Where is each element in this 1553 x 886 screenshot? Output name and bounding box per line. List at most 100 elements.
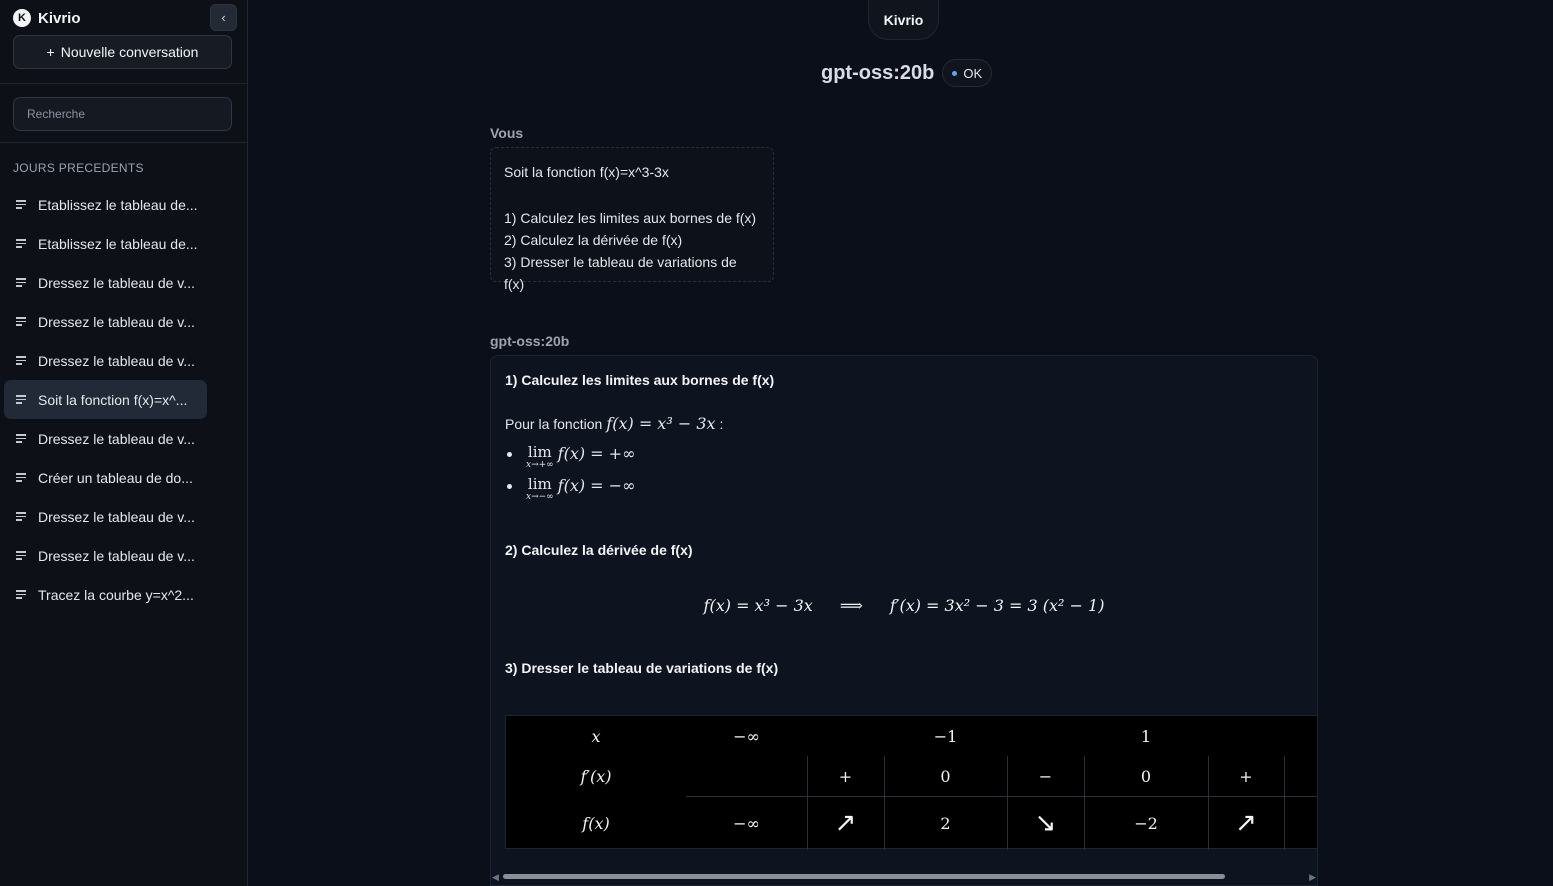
lim-subscript: x→−∞ <box>526 492 554 502</box>
sidebar: K Kivrio ‹ + Nouvelle conversation JOURS… <box>0 0 248 886</box>
user-label: Vous <box>490 125 524 141</box>
user-message-line: 3) Dresser le tableau de variations de f… <box>504 254 737 292</box>
history-item-label: Dressez le tableau de v... <box>38 352 195 369</box>
history-item-label: Etablissez le tableau de... <box>38 235 198 252</box>
variation-table: x f′(x) f(x) −∞ −1 1 + 0 − 0 + −∞ ↗ 2 ↘ … <box>505 715 1317 850</box>
section-heading: 1) Calculez les limites aux bornes de f(… <box>505 372 775 388</box>
new-conversation-label: Nouvelle conversation <box>60 44 199 60</box>
history-item[interactable]: Dressez le tableau de v... <box>4 263 207 302</box>
f-value: 2 <box>940 813 951 833</box>
history-item[interactable]: Créer un tableau de do... <box>4 458 207 497</box>
fprime-sign: − <box>1038 766 1053 786</box>
lim-expression: f(x) = +∞ <box>557 444 636 463</box>
history-item[interactable]: Tracez la courbe y=x^2... <box>4 575 207 614</box>
chat-lines-icon <box>16 239 27 248</box>
horizontal-scrollbar[interactable]: ◀ ▶ <box>490 872 1318 883</box>
chat-lines-icon <box>16 278 27 287</box>
status-text: OK <box>963 65 983 81</box>
status-dot-icon <box>952 70 958 76</box>
chat-lines-icon <box>16 590 27 599</box>
status-badge: OK <box>942 59 993 87</box>
f-value: −∞ <box>733 813 760 833</box>
lim-operator: lim x→+∞ <box>526 444 554 470</box>
scrollbar-thumb[interactable] <box>503 874 1225 879</box>
brand[interactable]: K Kivrio <box>13 8 81 28</box>
history-item[interactable]: Etablissez le tableau de... <box>4 224 207 263</box>
history-item-label: Dressez le tableau de v... <box>38 274 195 291</box>
history-item-label: Etablissez le tableau de... <box>38 196 198 213</box>
user-message: Soit la fonction f(x)=x^3-3x 1) Calculez… <box>490 147 774 292</box>
intro-text: Pour la fonction <box>505 416 603 432</box>
lim-expression: f(x) = −∞ <box>557 476 636 495</box>
chat-main: Kivrio gpt-oss:20b OK Vous Soit la fonct… <box>249 0 1553 886</box>
bullet-icon <box>507 484 512 489</box>
derivative-equation: f(x) = x³ − 3x ⟹ f′(x) = 3x² − 3 = 3 (x²… <box>491 596 1317 615</box>
lim-text: lim <box>527 475 552 493</box>
chat-lines-icon <box>16 473 27 482</box>
intro-colon: : <box>719 416 724 432</box>
intro-paragraph: Pour la fonction f(x) = x³ − 3x : <box>505 414 723 433</box>
arrow-up-right-icon: ↗ <box>1235 808 1257 838</box>
fprime-value: 0 <box>940 766 951 786</box>
search-input[interactable] <box>13 97 232 131</box>
fprime-sign: + <box>1239 766 1253 786</box>
history-item-active[interactable]: Soit la fonction f(x)=x^... <box>4 380 207 419</box>
eq-right: f′(x) = 3x² − 3 = 3 (x² − 1) <box>889 596 1105 615</box>
model-name[interactable]: gpt-oss:20b <box>821 62 934 85</box>
history-item[interactable]: Etablissez le tableau de... <box>4 185 207 224</box>
chat-lines-icon <box>16 317 27 326</box>
implies-icon: ⟹ <box>839 596 863 615</box>
history-item[interactable]: Dressez le tableau de v... <box>4 341 207 380</box>
limit-item: lim x→−∞ f(x) = −∞ <box>507 476 635 502</box>
user-message-line: 1) Calculez les limites aux bornes de f(… <box>504 210 757 226</box>
new-conversation-button[interactable]: + Nouvelle conversation <box>13 35 232 69</box>
x-value: −1 <box>933 726 958 746</box>
history-item-label: Soit la fonction f(x)=x^... <box>38 391 188 408</box>
history-item[interactable]: Dressez le tableau de v... <box>4 419 207 458</box>
x-value: −∞ <box>733 726 760 746</box>
fprime-sign: + <box>838 766 853 786</box>
chat-lines-icon <box>16 551 27 560</box>
assistant-message: 1) Calculez les limites aux bornes de f(… <box>490 355 1318 886</box>
history-item-label: Créer un tableau de do... <box>38 469 193 486</box>
limit-item: lim x→+∞ f(x) = +∞ <box>507 444 635 470</box>
history-item[interactable]: Dressez le tableau de v... <box>4 536 207 575</box>
row-header-x: x <box>591 726 601 746</box>
chat-lines-icon <box>16 356 27 365</box>
chat-lines-icon <box>16 512 27 521</box>
plus-icon: + <box>46 44 55 60</box>
bullet-icon <box>507 452 512 457</box>
row-header-f: f(x) <box>582 813 610 833</box>
f-value: −2 <box>1134 813 1158 833</box>
history-item-label: Dressez le tableau de v... <box>38 547 195 564</box>
user-message-line: Soit la fonction f(x)=x^3-3x <box>504 164 669 180</box>
user-message-line: 2) Calculez la dérivée de f(x) <box>504 232 683 248</box>
lim-text: lim <box>527 443 552 461</box>
history-item-label: Dressez le tableau de v... <box>38 508 195 525</box>
collapse-sidebar-button[interactable]: ‹ <box>210 4 237 31</box>
lim-subscript: x→+∞ <box>526 460 554 470</box>
history-item[interactable]: Dressez le tableau de v... <box>4 302 207 341</box>
section-heading: 2) Calculez la dérivée de f(x) <box>505 542 693 558</box>
fprime-value: 0 <box>1140 766 1152 786</box>
divider <box>0 83 247 84</box>
table-divider <box>1284 756 1285 850</box>
eq-left: f(x) = x³ − 3x <box>703 596 813 615</box>
scroll-right-icon[interactable]: ▶ <box>1309 872 1316 883</box>
chat-lines-icon <box>16 200 27 209</box>
lim-operator: lim x→−∞ <box>526 476 554 502</box>
history-item[interactable]: Dressez le tableau de v... <box>4 497 207 536</box>
section-title: JOURS PRECEDENTS <box>13 161 144 175</box>
arrow-down-right-icon: ↘ <box>1034 808 1057 838</box>
app-pill[interactable]: Kivrio <box>868 0 939 40</box>
scroll-left-icon[interactable]: ◀ <box>492 872 499 883</box>
chat-lines-icon <box>16 395 27 404</box>
kivrio-logo-icon: K <box>13 9 31 27</box>
model-header: gpt-oss:20b OK <box>821 59 993 87</box>
arrow-up-right-icon: ↗ <box>834 808 857 838</box>
section-heading: 3) Dresser le tableau de variations de f… <box>505 660 779 676</box>
assistant-label: gpt-oss:20b <box>490 333 570 349</box>
intro-math: f(x) = x³ − 3x <box>606 414 716 433</box>
history-item-label: Dressez le tableau de v... <box>38 430 195 447</box>
